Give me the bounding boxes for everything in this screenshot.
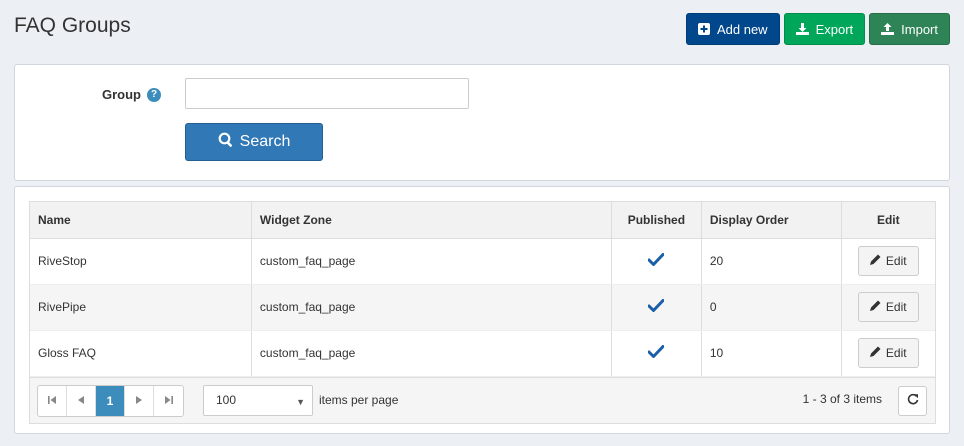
edit-button[interactable]: Edit	[857, 338, 919, 368]
toolbar: Add new Export Import	[685, 13, 950, 45]
grid-panel: Name Widget Zone Published Display Order…	[14, 186, 950, 434]
cell-edit: Edit	[841, 330, 935, 377]
next-page-icon	[136, 395, 142, 407]
page-title: FAQ Groups	[14, 14, 131, 37]
search-button[interactable]: Search	[185, 123, 323, 161]
download-icon	[795, 23, 809, 35]
items-per-page-label: items per page	[319, 392, 399, 407]
group-label-wrap: Group ?	[102, 87, 161, 102]
cell-name: RiveStop	[30, 238, 252, 285]
header-name[interactable]: Name	[30, 202, 252, 239]
refresh-button[interactable]	[898, 385, 927, 416]
last-page-icon	[164, 395, 173, 407]
page-button-current[interactable]: 1	[96, 385, 125, 416]
help-icon[interactable]: ?	[147, 87, 161, 102]
pager: 1	[37, 384, 184, 417]
header-edit: Edit	[841, 202, 935, 239]
header-published[interactable]: Published	[611, 202, 702, 239]
pencil-icon	[869, 346, 881, 360]
prev-page-icon	[78, 395, 84, 407]
pencil-icon	[869, 300, 881, 314]
upload-icon	[881, 23, 895, 35]
edit-label: Edit	[885, 300, 907, 314]
cell-display-order: 0	[701, 284, 842, 331]
cell-name: Gloss FAQ	[30, 330, 252, 377]
page-size-select[interactable]: 100 ▼	[203, 384, 313, 416]
check-icon	[647, 299, 665, 315]
first-page-button[interactable]	[38, 385, 67, 416]
cell-widget-zone: custom_faq_page	[251, 330, 612, 377]
cell-published	[611, 330, 702, 377]
header-widget-zone[interactable]: Widget Zone	[251, 202, 612, 239]
search-label: Search	[239, 133, 291, 150]
check-icon	[647, 253, 665, 269]
last-page-button[interactable]	[154, 386, 183, 416]
cell-display-order: 20	[701, 238, 842, 285]
items-count: 1 - 3 of 3 items	[802, 391, 882, 406]
edit-label: Edit	[885, 254, 907, 268]
edit-button[interactable]: Edit	[857, 246, 919, 276]
faq-groups-table: Name Widget Zone Published Display Order…	[29, 201, 936, 424]
edit-label: Edit	[885, 346, 907, 360]
export-label: Export	[815, 21, 854, 37]
table-row: RiveStop custom_faq_page 20 Edit	[30, 238, 935, 285]
edit-button[interactable]: Edit	[857, 292, 919, 322]
table-header-row: Name Widget Zone Published Display Order…	[30, 202, 935, 239]
refresh-icon	[907, 392, 919, 410]
cell-widget-zone: custom_faq_page	[251, 284, 612, 331]
cell-published	[611, 284, 702, 331]
import-label: Import	[901, 21, 938, 37]
plus-square-icon	[697, 23, 710, 35]
group-input[interactable]	[185, 78, 469, 109]
check-icon	[647, 345, 665, 361]
cell-published	[611, 238, 702, 285]
next-page-button[interactable]	[125, 385, 154, 416]
first-page-icon	[47, 395, 57, 407]
pager-bar: 1 100 ▼ items per page 1 - 3 of 3 items	[30, 376, 935, 423]
cell-name: RivePipe	[30, 284, 252, 331]
cell-edit: Edit	[841, 284, 935, 331]
pencil-icon	[869, 254, 881, 268]
cell-widget-zone: custom_faq_page	[251, 238, 612, 285]
prev-page-button[interactable]	[67, 385, 96, 416]
import-button[interactable]: Import	[869, 13, 950, 45]
add-new-button[interactable]: Add new	[685, 13, 780, 45]
page-size-value: 100	[216, 393, 237, 407]
table-row: Gloss FAQ custom_faq_page 10 Edit	[30, 330, 935, 377]
search-icon	[218, 132, 234, 153]
search-panel: Group ? Search	[14, 64, 950, 181]
export-button[interactable]: Export	[783, 13, 866, 45]
cell-edit: Edit	[841, 238, 935, 285]
chevron-down-icon: ▼	[296, 396, 305, 407]
header-display-order[interactable]: Display Order	[701, 202, 842, 239]
table-row: RivePipe custom_faq_page 0 Edit	[30, 284, 935, 331]
add-new-label: Add new	[716, 21, 768, 37]
group-label: Group	[102, 87, 141, 102]
cell-display-order: 10	[701, 330, 842, 377]
